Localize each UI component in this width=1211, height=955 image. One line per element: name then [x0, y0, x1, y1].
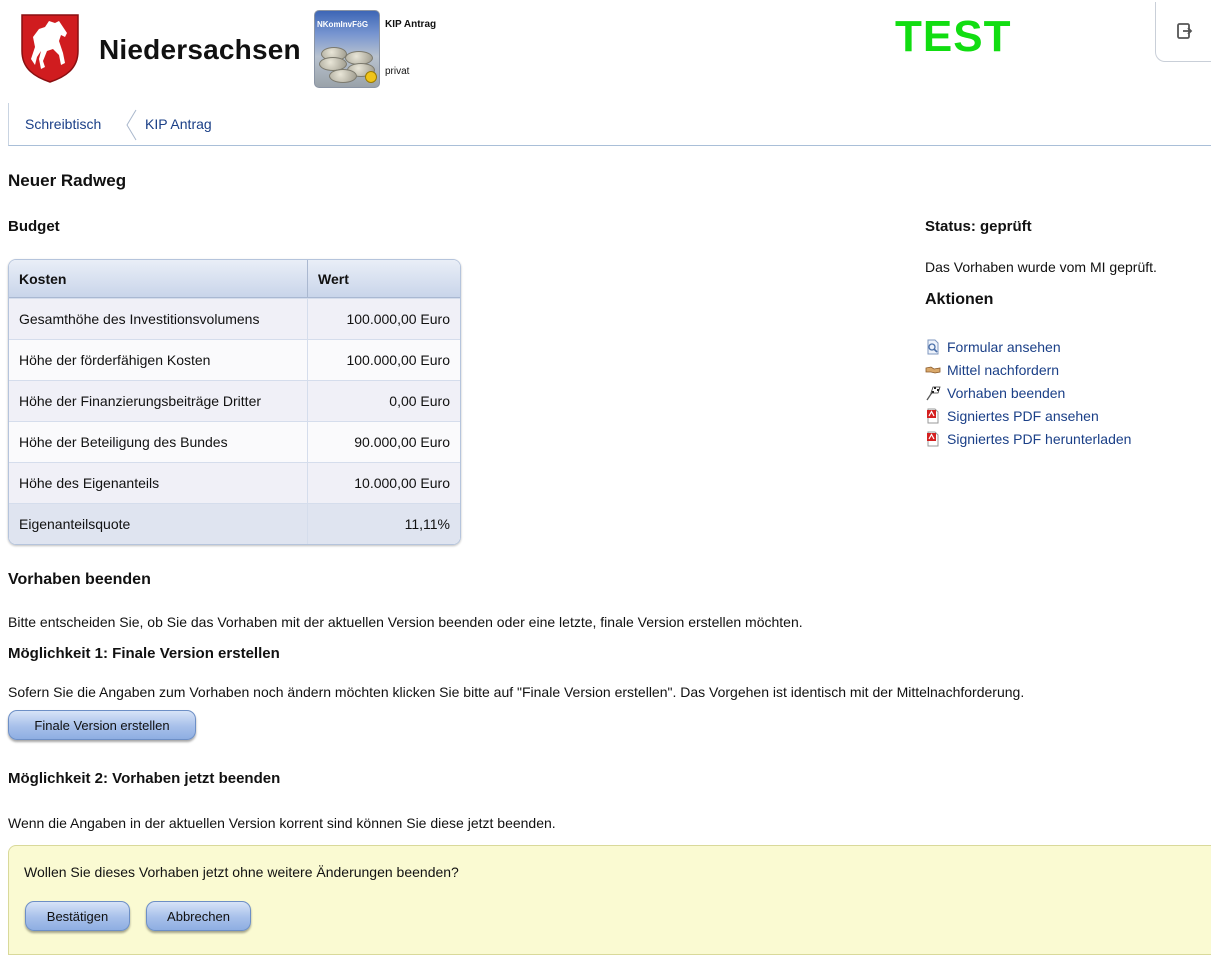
- action-signiertes-pdf-ansehen[interactable]: Signiertes PDF ansehen: [925, 404, 1131, 427]
- option1-text: Sofern Sie die Angaben zum Vorhaben noch…: [8, 684, 1025, 700]
- cost-label: Eigenanteilsquote: [9, 503, 307, 544]
- pdf-icon: [927, 408, 939, 423]
- column-header-wert: Wert: [307, 260, 460, 298]
- cost-value: 90.000,00 Euro: [307, 421, 460, 462]
- logout-icon: [1177, 23, 1193, 39]
- cost-label: Höhe der Finanzierungsbeiträge Dritter: [9, 380, 307, 421]
- table-row: Höhe der Beteiligung des Bundes 90.000,0…: [9, 421, 460, 462]
- cancel-button[interactable]: Abbrechen: [146, 901, 251, 931]
- action-label[interactable]: Signiertes PDF ansehen: [947, 408, 1099, 424]
- confirm-dialog: Wollen Sie dieses Vorhaben jetzt ohne we…: [8, 845, 1211, 955]
- action-formular-ansehen[interactable]: Formular ansehen: [925, 335, 1131, 358]
- breadcrumb-item-kip-antrag[interactable]: KIP Antrag: [145, 116, 212, 132]
- budget-heading: Budget: [8, 218, 60, 235]
- cost-label: Gesamthöhe des Investitionsvolumens: [9, 298, 307, 339]
- logout-button[interactable]: [1155, 2, 1211, 62]
- cost-label: Höhe der Beteiligung des Bundes: [9, 421, 307, 462]
- status-text: Das Vorhaben wurde vom MI geprüft.: [925, 259, 1157, 275]
- document-view-icon: [927, 339, 939, 354]
- cost-value: 100.000,00 Euro: [307, 298, 460, 339]
- app-title[interactable]: KIP Antrag: [385, 19, 436, 30]
- action-label[interactable]: Mittel nachfordern: [947, 362, 1059, 378]
- app-icon-label: NKomInvFöG: [317, 20, 369, 29]
- cost-value: 0,00 Euro: [307, 380, 460, 421]
- cost-value: 11,11%: [307, 503, 460, 544]
- cost-label: Höhe des Eigenanteils: [9, 462, 307, 503]
- confirm-question: Wollen Sie dieses Vorhaben jetzt ohne we…: [24, 864, 459, 880]
- pdf-icon: [927, 431, 939, 446]
- status-title: Status: geprüft: [925, 218, 1032, 235]
- create-final-version-button[interactable]: Finale Version erstellen: [8, 710, 196, 740]
- confirm-button[interactable]: Bestätigen: [25, 901, 130, 931]
- finish-flag-icon: [926, 386, 941, 400]
- option1-heading: Möglichkeit 1: Finale Version erstellen: [8, 645, 280, 662]
- option2-heading: Möglichkeit 2: Vorhaben jetzt beenden: [8, 770, 281, 787]
- breadcrumb: Schreibtisch KIP Antrag: [8, 103, 1211, 146]
- table-row: Höhe der Finanzierungsbeiträge Dritter 0…: [9, 380, 460, 421]
- table-row: Höhe der förderfähigen Kosten 100.000,00…: [9, 339, 460, 380]
- table-row: Höhe des Eigenanteils 10.000,00 Euro: [9, 462, 460, 503]
- action-vorhaben-beenden[interactable]: Vorhaben beenden: [925, 381, 1131, 404]
- user-badge-icon: [365, 71, 377, 83]
- handshake-icon: [925, 366, 941, 373]
- finish-intro: Bitte entscheiden Sie, ob Sie das Vorhab…: [8, 614, 803, 630]
- actions-list: Formular ansehen Mittel nachfordern Vorh…: [925, 335, 1131, 450]
- state-name: Niedersachsen: [99, 34, 301, 65]
- coin-icon: [329, 69, 357, 83]
- cost-label: Höhe der förderfähigen Kosten: [9, 339, 307, 380]
- breadcrumb-separator-icon: [126, 109, 137, 141]
- table-row: Eigenanteilsquote 11,11%: [9, 503, 460, 544]
- action-signiertes-pdf-herunterladen[interactable]: Signiertes PDF herunterladen: [925, 427, 1131, 450]
- app-subtitle: privat: [385, 66, 410, 77]
- cost-value: 10.000,00 Euro: [307, 462, 460, 503]
- table-row: Gesamthöhe des Investitionsvolumens 100.…: [9, 298, 460, 339]
- actions-title: Aktionen: [925, 291, 994, 308]
- column-header-kosten: Kosten: [9, 260, 307, 298]
- environment-banner: TEST: [895, 12, 1012, 61]
- action-label[interactable]: Formular ansehen: [947, 339, 1061, 355]
- budget-table: Kosten Wert Gesamthöhe des Investitionsv…: [8, 259, 461, 545]
- page-title: Neuer Radweg: [8, 171, 127, 190]
- breadcrumb-item-schreibtisch[interactable]: Schreibtisch: [25, 116, 101, 132]
- app-icon[interactable]: NKomInvFöG: [314, 10, 380, 88]
- niedersachsen-crest-icon: [21, 14, 79, 83]
- app-header: Niedersachsen NKomInvFöG KIP Antrag priv…: [0, 0, 1211, 100]
- option2-text: Wenn die Angaben in der aktuellen Versio…: [8, 815, 556, 831]
- action-label[interactable]: Vorhaben beenden: [947, 385, 1065, 401]
- action-mittel-nachfordern[interactable]: Mittel nachfordern: [925, 358, 1131, 381]
- action-label[interactable]: Signiertes PDF herunterladen: [947, 431, 1131, 447]
- cost-value: 100.000,00 Euro: [307, 339, 460, 380]
- finish-heading: Vorhaben beenden: [8, 571, 151, 588]
- table-header-row: Kosten Wert: [9, 260, 460, 298]
